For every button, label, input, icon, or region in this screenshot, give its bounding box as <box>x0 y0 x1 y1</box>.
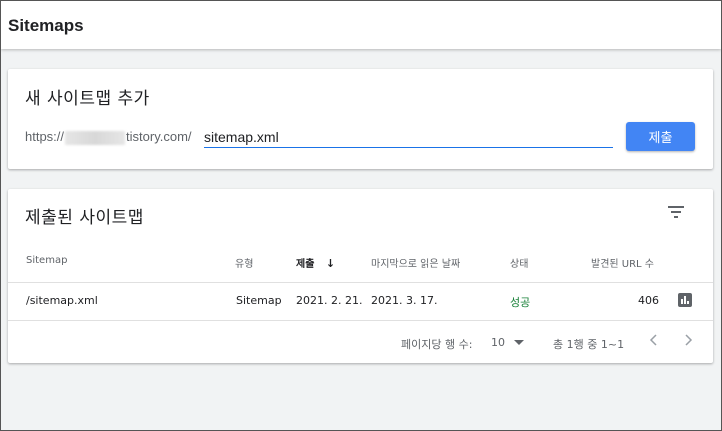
cell-url-count: 406 <box>638 294 659 307</box>
page-title: Sitemaps <box>8 16 84 35</box>
cell-sitemap[interactable]: /sitemap.xml <box>26 294 98 307</box>
submitted-sitemaps-title: 제출된 사이트맵 <box>25 208 144 228</box>
dropdown-caret-icon[interactable] <box>514 340 524 345</box>
url-prefix-scheme: https:// <box>25 129 65 144</box>
cell-last-read: 2021. 3. 17. <box>371 294 438 307</box>
url-prefix-domain: tistory.com/ <box>126 129 192 144</box>
chevron-left-icon[interactable] <box>646 332 662 348</box>
add-sitemap-title: 새 사이트맵 추가 <box>25 89 150 109</box>
chevron-right-icon[interactable] <box>680 332 696 348</box>
header-divider <box>8 282 713 283</box>
column-header-submitted-label: 제출 <box>296 259 315 270</box>
sitemap-url-input[interactable] <box>204 126 613 148</box>
column-header-type[interactable]: 유형 <box>235 255 253 270</box>
report-icon[interactable] <box>678 293 692 307</box>
rows-per-page-label: 페이지당 행 수: <box>401 338 473 351</box>
sort-arrow-icon: ↓ <box>325 257 336 270</box>
redacted-domain <box>65 130 126 145</box>
column-header-status[interactable]: 상태 <box>510 255 528 270</box>
cell-type: Sitemap <box>236 294 282 307</box>
pagination-range: 총 1행 중 1~1 <box>553 338 625 351</box>
filter-icon[interactable] <box>666 204 686 220</box>
add-sitemap-card: 새 사이트맵 추가 https:// tistory.com/ 제출 <box>8 69 713 169</box>
top-app-bar: Sitemaps <box>1 1 721 49</box>
cell-submitted: 2021. 2. 21. <box>296 294 363 307</box>
column-header-submitted[interactable]: 제출 ↓ <box>296 255 335 270</box>
column-header-url-count[interactable]: 발견된 URL 수 <box>591 255 654 270</box>
row-divider <box>8 320 713 321</box>
column-header-sitemap[interactable]: Sitemap <box>26 255 67 266</box>
cell-status: 성공 <box>510 296 531 309</box>
column-header-last-read[interactable]: 마지막으로 읽은 날짜 <box>371 255 460 270</box>
submitted-sitemaps-card: 제출된 사이트맵 Sitemap 유형 제출 ↓ 마지막으로 읽은 날짜 상태 … <box>8 189 713 363</box>
submit-button[interactable]: 제출 <box>626 122 695 151</box>
url-prefix: https:// tistory.com/ <box>25 129 192 145</box>
rows-per-page-select[interactable]: 10 <box>491 336 505 349</box>
